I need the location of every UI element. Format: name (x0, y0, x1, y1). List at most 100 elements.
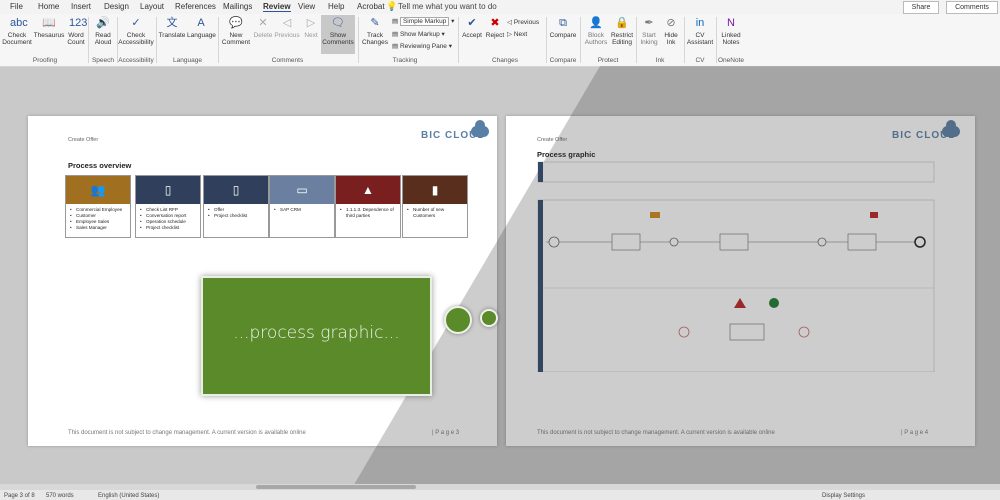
overlay-callout: ...process graphic... (201, 276, 432, 396)
diagonal-overlay (345, 66, 1000, 500)
show-markup-button[interactable]: ▤ Show Markup ▾ (392, 30, 445, 38)
reject-button[interactable]: ✖ Reject (484, 16, 506, 39)
tab-layout[interactable]: Layout (140, 2, 164, 11)
start-inking-button[interactable]: ✒ Start Inking (638, 16, 660, 46)
group-changes: Changes (491, 57, 519, 64)
shade-wedge (345, 66, 1000, 500)
group-onenote: OneNote (717, 57, 745, 64)
group-cv: CV (695, 57, 705, 64)
delete-icon: ✕ (258, 17, 268, 29)
divider (684, 17, 685, 63)
divider (218, 17, 219, 63)
previous-change-icon: ◁ (507, 19, 512, 26)
check-document-button[interactable]: abc Check Document (2, 16, 32, 46)
divider (636, 17, 637, 63)
tab-references[interactable]: References (175, 2, 216, 11)
reject-icon: ✖ (490, 17, 500, 29)
decorative-dot (444, 306, 472, 334)
thesaurus-icon: 📖 (42, 17, 56, 29)
translate-button[interactable]: 文 Translate (158, 16, 186, 39)
show-comments-icon: 🗨 (331, 17, 345, 29)
previous-icon: ◁ (282, 17, 292, 29)
next-change-button[interactable]: ▷ Next (507, 30, 527, 38)
word-count-icon: 123 (69, 17, 88, 29)
track-changes-icon: ✎ (370, 17, 380, 29)
hide-ink-button[interactable]: ⊘ Hide Ink (661, 16, 681, 46)
horizontal-scrollbar[interactable] (0, 484, 1000, 490)
previous-change-button[interactable]: ◁ Previous (507, 18, 539, 26)
group-language: Language (173, 57, 202, 64)
tab-mailings[interactable]: Mailings (223, 2, 252, 11)
language-status[interactable]: English (United States) (98, 493, 159, 499)
ribbon-tab-bar: File Home Insert Design Layout Reference… (0, 0, 1000, 14)
new-comment-button[interactable]: 💬 New Comment (220, 16, 252, 46)
share-button[interactable]: Share (903, 1, 939, 14)
group-comments: Comments (271, 57, 304, 64)
next-icon: ▷ (306, 17, 316, 29)
tab-view[interactable]: View (298, 2, 315, 11)
divider (580, 17, 581, 63)
block-authors-icon: 👤 (589, 17, 603, 29)
read-aloud-button[interactable]: 🔊 Read Aloud (91, 16, 115, 46)
decorative-dot (480, 309, 498, 327)
lightbulb-icon: 💡 (386, 1, 398, 11)
cv-assistant-button[interactable]: in CV Assistant (686, 16, 714, 46)
comments-button[interactable]: Comments (946, 1, 998, 14)
scrollbar-thumb[interactable] (256, 485, 416, 489)
ribbon: abc Check Document 📖 Thesaurus 123 Word Cou… (0, 14, 1000, 67)
show-comments-button[interactable]: 🗨 Show Comments (321, 16, 355, 46)
spelling-icon: abc (10, 17, 28, 29)
check-accessibility-button[interactable]: ✓ Check Accessibility (118, 16, 154, 46)
new-comment-icon: 💬 (229, 17, 243, 29)
markup-select[interactable]: ▤ Simple Markup ▾ (392, 17, 454, 26)
reviewing-pane-button[interactable]: ▤ Reviewing Pane ▾ (392, 42, 452, 50)
group-protect: Protect (597, 57, 619, 64)
group-speech: Speech (91, 57, 115, 64)
thesaurus-button[interactable]: 📖 Thesaurus (33, 16, 65, 39)
restrict-editing-button[interactable]: 🔒 Restrict Editing (609, 16, 635, 46)
page-count[interactable]: Page 3 of 8 (4, 493, 35, 499)
tab-home[interactable]: Home (38, 2, 59, 11)
compare-button[interactable]: ⧉ Compare (548, 16, 578, 39)
group-tracking: Tracking (392, 57, 418, 64)
tell-me-search[interactable]: Tell me what you want to do (398, 2, 497, 11)
word-count-button[interactable]: 123 Word Count (65, 16, 87, 46)
previous-comment-button[interactable]: ◁ Previous (274, 16, 300, 39)
group-ink: Ink (655, 57, 665, 64)
pen-icon: ✒ (644, 17, 654, 29)
accessibility-icon: ✓ (131, 17, 141, 29)
lock-icon: 🔒 (615, 17, 629, 29)
display-settings[interactable]: Display Settings (822, 493, 865, 499)
linkedin-icon: in (695, 17, 705, 29)
divider (546, 17, 547, 63)
callout-text: ...process graphic... (233, 323, 400, 343)
tab-review[interactable]: Review (263, 2, 291, 12)
tab-help[interactable]: Help (328, 2, 344, 11)
tab-design[interactable]: Design (104, 2, 129, 11)
divider (156, 17, 157, 63)
next-comment-button[interactable]: ▷ Next (301, 16, 321, 39)
track-changes-button[interactable]: ✎ Track Changes (360, 16, 390, 46)
language-icon: A (197, 17, 205, 29)
linked-notes-button[interactable]: N Linked Notes (718, 16, 744, 46)
tab-file[interactable]: File (10, 2, 23, 11)
delete-comment-button[interactable]: ✕ Delete (252, 16, 274, 39)
speaker-icon: 🔊 (96, 17, 110, 29)
accept-icon: ✔ (467, 17, 477, 29)
compare-icon: ⧉ (559, 17, 567, 29)
divider (458, 17, 459, 63)
onenote-icon: N (727, 17, 735, 29)
divider (88, 17, 89, 63)
tab-acrobat[interactable]: Acrobat (357, 2, 385, 11)
language-button[interactable]: A Language (187, 16, 216, 39)
next-change-icon: ▷ (507, 31, 512, 38)
block-authors-button[interactable]: 👤 Block Authors (582, 16, 610, 46)
group-accessibility: Accessibility (118, 57, 154, 64)
accept-button[interactable]: ✔ Accept (460, 16, 484, 39)
translate-icon: 文 (166, 17, 178, 29)
word-count[interactable]: 570 words (46, 493, 74, 499)
group-compare: Compare (549, 57, 577, 64)
tab-insert[interactable]: Insert (71, 2, 91, 11)
group-proofing: Proofing (32, 57, 58, 64)
divider (358, 17, 359, 63)
